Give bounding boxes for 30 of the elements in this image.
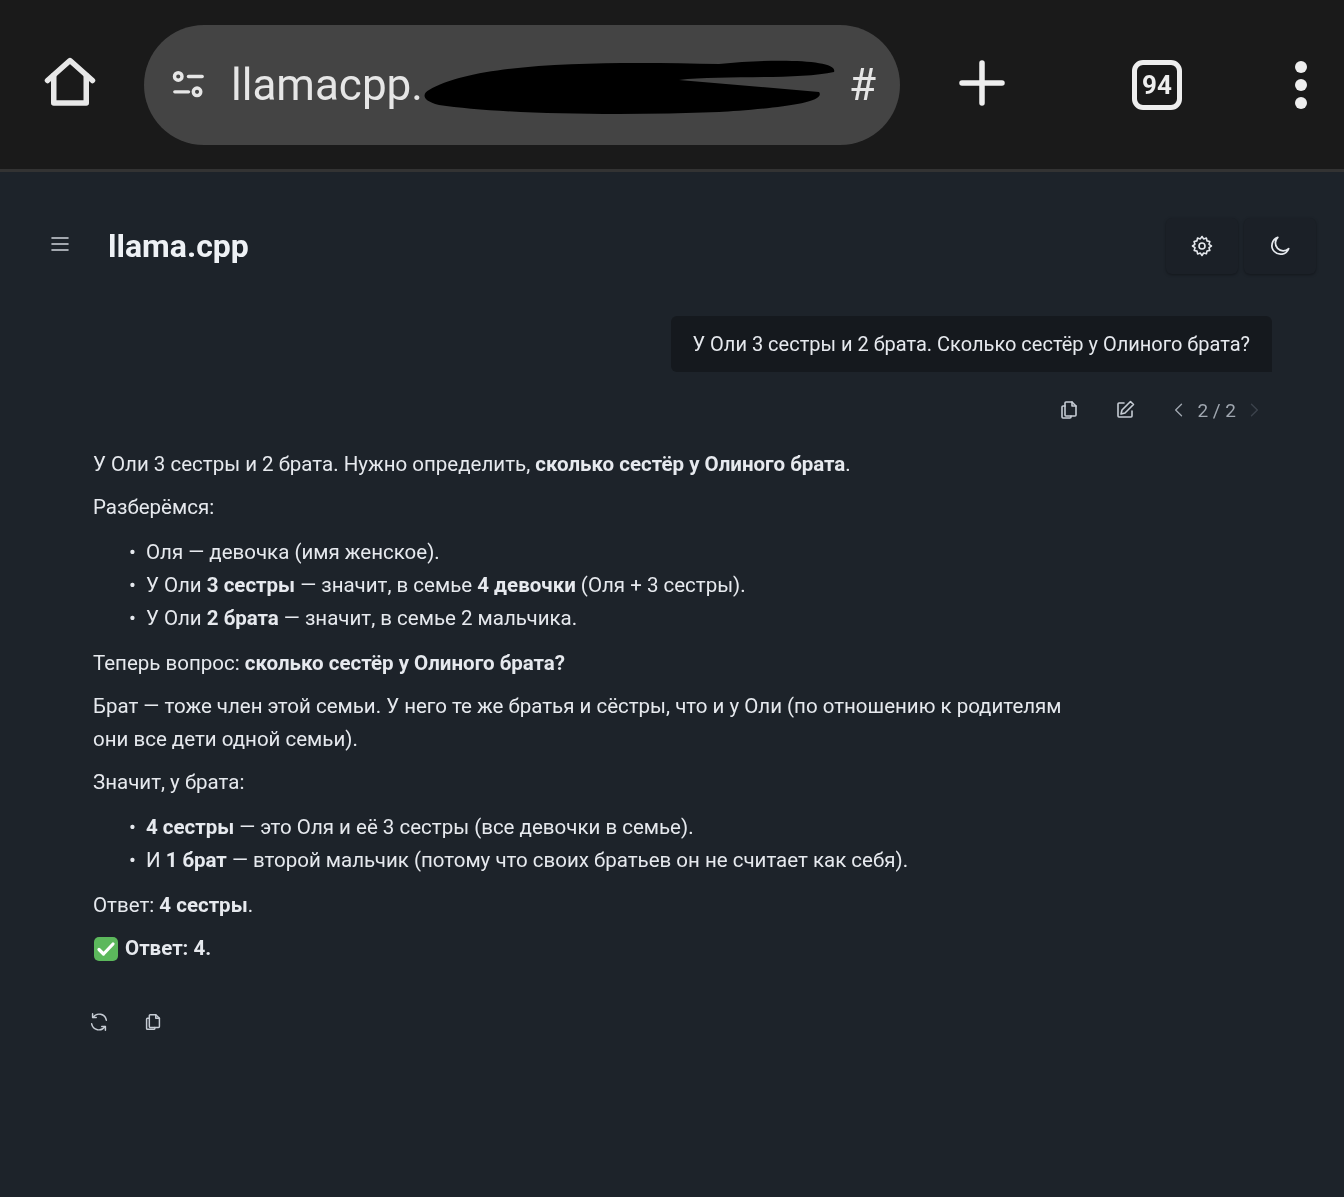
address-bar[interactable]: llamacpp. # <box>144 24 900 145</box>
message-paragraph: Ответ: 4 сестры. <box>93 892 255 919</box>
user-message: У Оли 3 сестры и 2 брата. Сколько сестёр у Олиного брата? <box>670 316 1272 372</box>
tab-count-button[interactable]: 94 <box>1132 59 1182 110</box>
message-paragraph: Значит, у брата: <box>93 769 246 796</box>
message-paragraph: У Оли 3 сестры и 2 брата. Нужно определить, сколько сестёр у Олиного брата. <box>93 451 852 478</box>
bullet: • <box>129 605 136 632</box>
bullet: • <box>129 814 136 841</box>
settings-icon[interactable] <box>1190 234 1214 258</box>
message-paragraph: Разберёмся: <box>93 494 216 521</box>
theme-button[interactable] <box>1244 218 1316 274</box>
bullet: • <box>129 572 136 599</box>
bullet: • <box>129 539 136 566</box>
answer-text: Ответ: 4. <box>125 935 212 962</box>
settings-button[interactable] <box>1166 218 1238 274</box>
list-item: Оля — девочка (имя женское). <box>145 539 440 566</box>
message-paragraph: Теперь вопрос: сколько сестёр у Олиного брата? <box>93 650 567 677</box>
message-paragraph: Брат — тоже член этой семьи. У него те же братья и сёстры, что и у Оли (по отношению к родителям они все дети одной семьи). <box>93 693 1063 753</box>
pager-text: 2 / 2 <box>1197 398 1236 422</box>
list-item: 4 сестры — это Оля и её 3 сестры (все девочки в семье). <box>145 814 694 841</box>
list-item: У Оли 2 брата — значит, в семье 2 мальчика. <box>145 605 578 632</box>
list-item: И 1 брат — второй мальчик (потому что своих братьев он не считает как себя). <box>145 847 909 874</box>
more-menu-icon[interactable] <box>1294 59 1308 110</box>
app-title: llama.cpp <box>108 227 250 265</box>
check-icon <box>93 935 119 962</box>
url-text: llamacpp. <box>231 58 423 111</box>
refresh-icon[interactable] <box>88 1011 110 1033</box>
list-item: У Оли 3 сестры — значит, в семье 4 девочки (Оля + 3 сестры). <box>145 572 746 599</box>
bullet: • <box>129 847 136 874</box>
url-text: # <box>848 58 876 111</box>
